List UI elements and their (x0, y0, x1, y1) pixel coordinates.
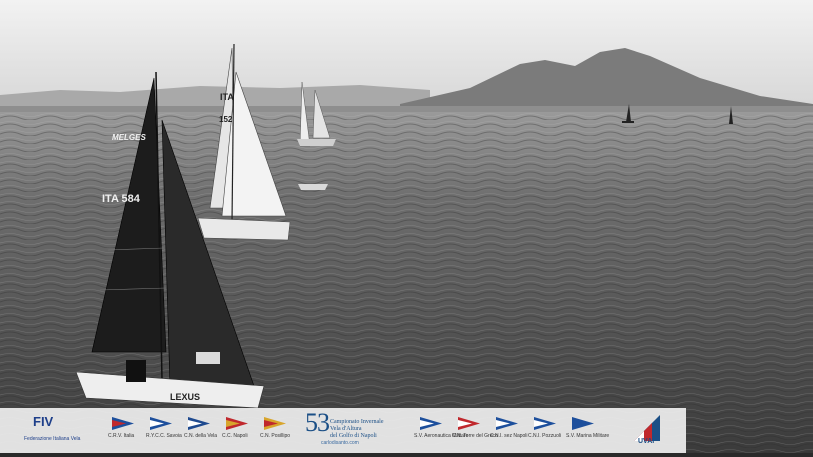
svg-text:ITA: ITA (220, 92, 234, 102)
club-burgee-icon (112, 417, 134, 430)
bottom-strip (0, 453, 813, 457)
fiv-logo: FIV (33, 414, 54, 429)
sail-number-text: ITA 584 (102, 193, 141, 205)
club-burgee-icon (226, 417, 248, 430)
event-title-line1: Campionato Invernale (330, 419, 384, 425)
fiv-label: Federazione Italiana Vela (24, 436, 81, 442)
club-label: C.C. Napoli (222, 433, 248, 439)
sailing-photo: ITA 152 MELGES ITA 584 LEXUS (0, 0, 813, 457)
club-burgee-icon (496, 417, 518, 430)
club-label: R.Y.C.C. Savoia (146, 433, 182, 439)
club-burgee-icon (572, 417, 594, 430)
event-title-line2: Vela d'Altura (330, 426, 362, 432)
club-label: C.N. della Vela (184, 433, 218, 439)
event-title: Campionato Invernale Vela d'Altura del G… (330, 419, 383, 440)
event-title-line3: del Golfo di Napoli (330, 433, 377, 439)
event-number: 53 (305, 408, 330, 437)
hull-brand-text: LEXUS (170, 392, 200, 402)
shoreline (0, 106, 813, 112)
club-label: C.N.I. sez Napoli (490, 433, 528, 439)
club-burgee-icon (264, 417, 286, 430)
club-burgee-icon (458, 417, 480, 430)
event-site: carlodisanto.com (321, 440, 359, 446)
uvai-label: UVAI (638, 438, 655, 445)
club-burgee-icon (420, 417, 442, 430)
club-burgee-icon (188, 417, 210, 430)
club-label: C.N. Posillipo (260, 433, 291, 439)
club-burgee-icon (534, 417, 556, 430)
svg-text:152: 152 (219, 115, 233, 124)
club-label: C.R.V. Italia (108, 433, 135, 439)
club-burgee-icon (150, 417, 172, 430)
sail-brand-text: MELGES (112, 133, 146, 142)
club-label: C.N.I. Pozzuoli (528, 433, 562, 439)
club-label: S.V. Marina Militare (566, 433, 610, 439)
